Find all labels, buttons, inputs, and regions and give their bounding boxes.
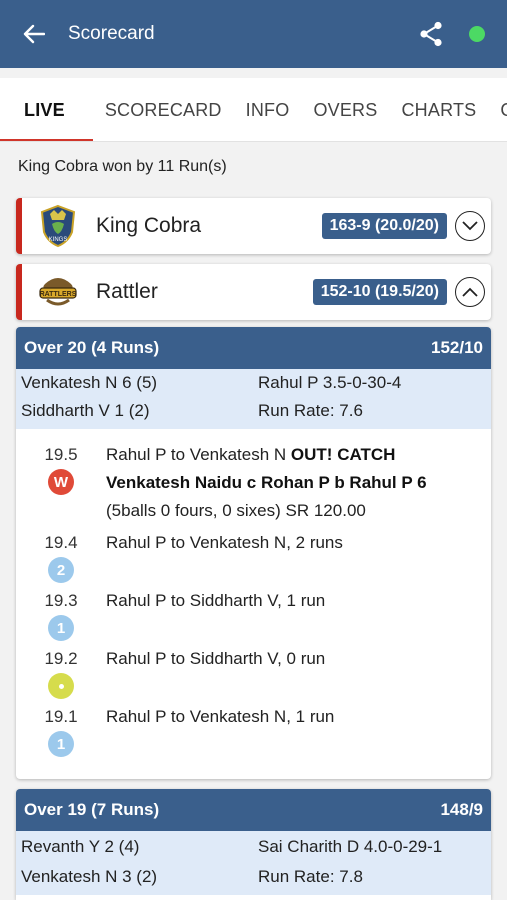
batter-stat: Revanth Y 2 (4) xyxy=(21,837,140,856)
rattler-logo: RATTLERS xyxy=(30,264,86,320)
over-card-19: Over 19 (7 Runs) 148/9 Revanth Y 2 (4) S… xyxy=(16,789,491,900)
ball-commentary: Rahul P to Venkatesh N, 1 run xyxy=(106,707,335,726)
over-total: 152/10 xyxy=(431,338,483,357)
bowler-stat: Rahul P 3.5-0-30-4 xyxy=(258,373,402,392)
team-score: 163-9 (20.0/20) xyxy=(321,213,447,239)
over-title: Over 19 (7 Runs) xyxy=(24,800,160,819)
chevron-down-icon[interactable] xyxy=(455,211,485,241)
team-name: Rattler xyxy=(96,280,158,303)
batter-stat: Siddharth V 1 (2) xyxy=(21,401,150,420)
over-stats: Venkatesh N 6 (5) Rahul P 3.5-0-30-4 Sid… xyxy=(16,369,491,429)
ball-commentary: Rahul P to Siddharth V, 0 run xyxy=(106,649,326,668)
tab-scorecard[interactable]: SCORECARD xyxy=(93,78,234,141)
ball-number: 19.2 xyxy=(44,649,78,668)
match-result: King Cobra won by 11 Run(s) xyxy=(18,158,227,175)
team-row-rattler[interactable]: RATTLERS Rattler 152-10 (19.5/20) xyxy=(16,264,491,320)
over-total: 148/9 xyxy=(440,800,483,819)
team-name: King Cobra xyxy=(96,214,202,237)
batter-stat: Venkatesh N 6 (5) xyxy=(21,373,158,392)
ball-list: 19.5 W Rahul P to Venkatesh N OUT! CATCH… xyxy=(16,429,491,775)
ball-number: 19.1 xyxy=(44,707,78,726)
over-header: Over 20 (4 Runs) 152/10 xyxy=(16,327,491,369)
app-bar: Scorecard xyxy=(0,0,507,68)
runs-badge: 1 xyxy=(48,615,74,641)
run-rate: Run Rate: 7.8 xyxy=(258,867,363,886)
team-score: 152-10 (19.5/20) xyxy=(312,279,447,305)
ball-number: 19.4 xyxy=(44,533,78,552)
ball-item: 19.1 1 Rahul P to Venkatesh N, 1 run xyxy=(16,707,491,757)
over-card-20: Over 20 (4 Runs) 152/10 Venkatesh N 6 (5… xyxy=(16,327,491,779)
dot-ball-badge xyxy=(48,673,74,699)
runs-badge: 2 xyxy=(48,557,74,583)
ball-item: 19.5 W Rahul P to Venkatesh N OUT! CATCH… xyxy=(16,445,491,525)
ball-item: 19.3 1 Rahul P to Siddharth V, 1 run xyxy=(16,591,491,641)
tab-charts[interactable]: CHARTS xyxy=(389,78,488,141)
over-title: Over 20 (4 Runs) xyxy=(24,338,160,357)
over-stats: Revanth Y 2 (4) Sai Charith D 4.0-0-29-1… xyxy=(16,831,491,895)
bowler-stat: Sai Charith D 4.0-0-29-1 xyxy=(258,837,443,856)
ball-commentary: Rahul P to Venkatesh N OUT! CATCH Venkat… xyxy=(106,445,427,520)
svg-text:RATTLERS: RATTLERS xyxy=(40,291,77,298)
runs-badge: 1 xyxy=(48,731,74,757)
chevron-up-icon[interactable] xyxy=(455,277,485,307)
team-row-king-cobra[interactable]: KINGS King Cobra 163-9 (20.0/20) xyxy=(16,198,491,254)
live-status-dot xyxy=(469,26,485,42)
ball-item: 19.2 Rahul P to Siddharth V, 0 run xyxy=(16,649,491,699)
tab-bar: LIVE SCORECARD INFO OVERS CHARTS GALLERY xyxy=(0,78,507,142)
over-header: Over 19 (7 Runs) 148/9 xyxy=(16,789,491,831)
ball-item: 19.4 2 Rahul P to Venkatesh N, 2 runs xyxy=(16,533,491,583)
tab-gallery[interactable]: GALLERY xyxy=(488,78,507,141)
king-cobra-logo: KINGS xyxy=(30,198,86,254)
back-arrow-icon[interactable] xyxy=(0,0,68,68)
page-title: Scorecard xyxy=(68,23,155,44)
tab-info[interactable]: INFO xyxy=(234,78,302,141)
tab-overs[interactable]: OVERS xyxy=(301,78,389,141)
svg-text:KINGS: KINGS xyxy=(49,237,68,243)
ball-number: 19.3 xyxy=(44,591,78,610)
wicket-badge: W xyxy=(48,469,74,495)
tab-live[interactable]: LIVE xyxy=(0,78,93,141)
run-rate: Run Rate: 7.6 xyxy=(258,401,363,420)
ball-commentary: Rahul P to Venkatesh N, 2 runs xyxy=(106,533,343,552)
ball-commentary: Rahul P to Siddharth V, 1 run xyxy=(106,591,326,610)
ball-number: 19.5 xyxy=(44,445,78,464)
share-icon[interactable] xyxy=(409,12,453,56)
batter-stat: Venkatesh N 3 (2) xyxy=(21,867,158,886)
